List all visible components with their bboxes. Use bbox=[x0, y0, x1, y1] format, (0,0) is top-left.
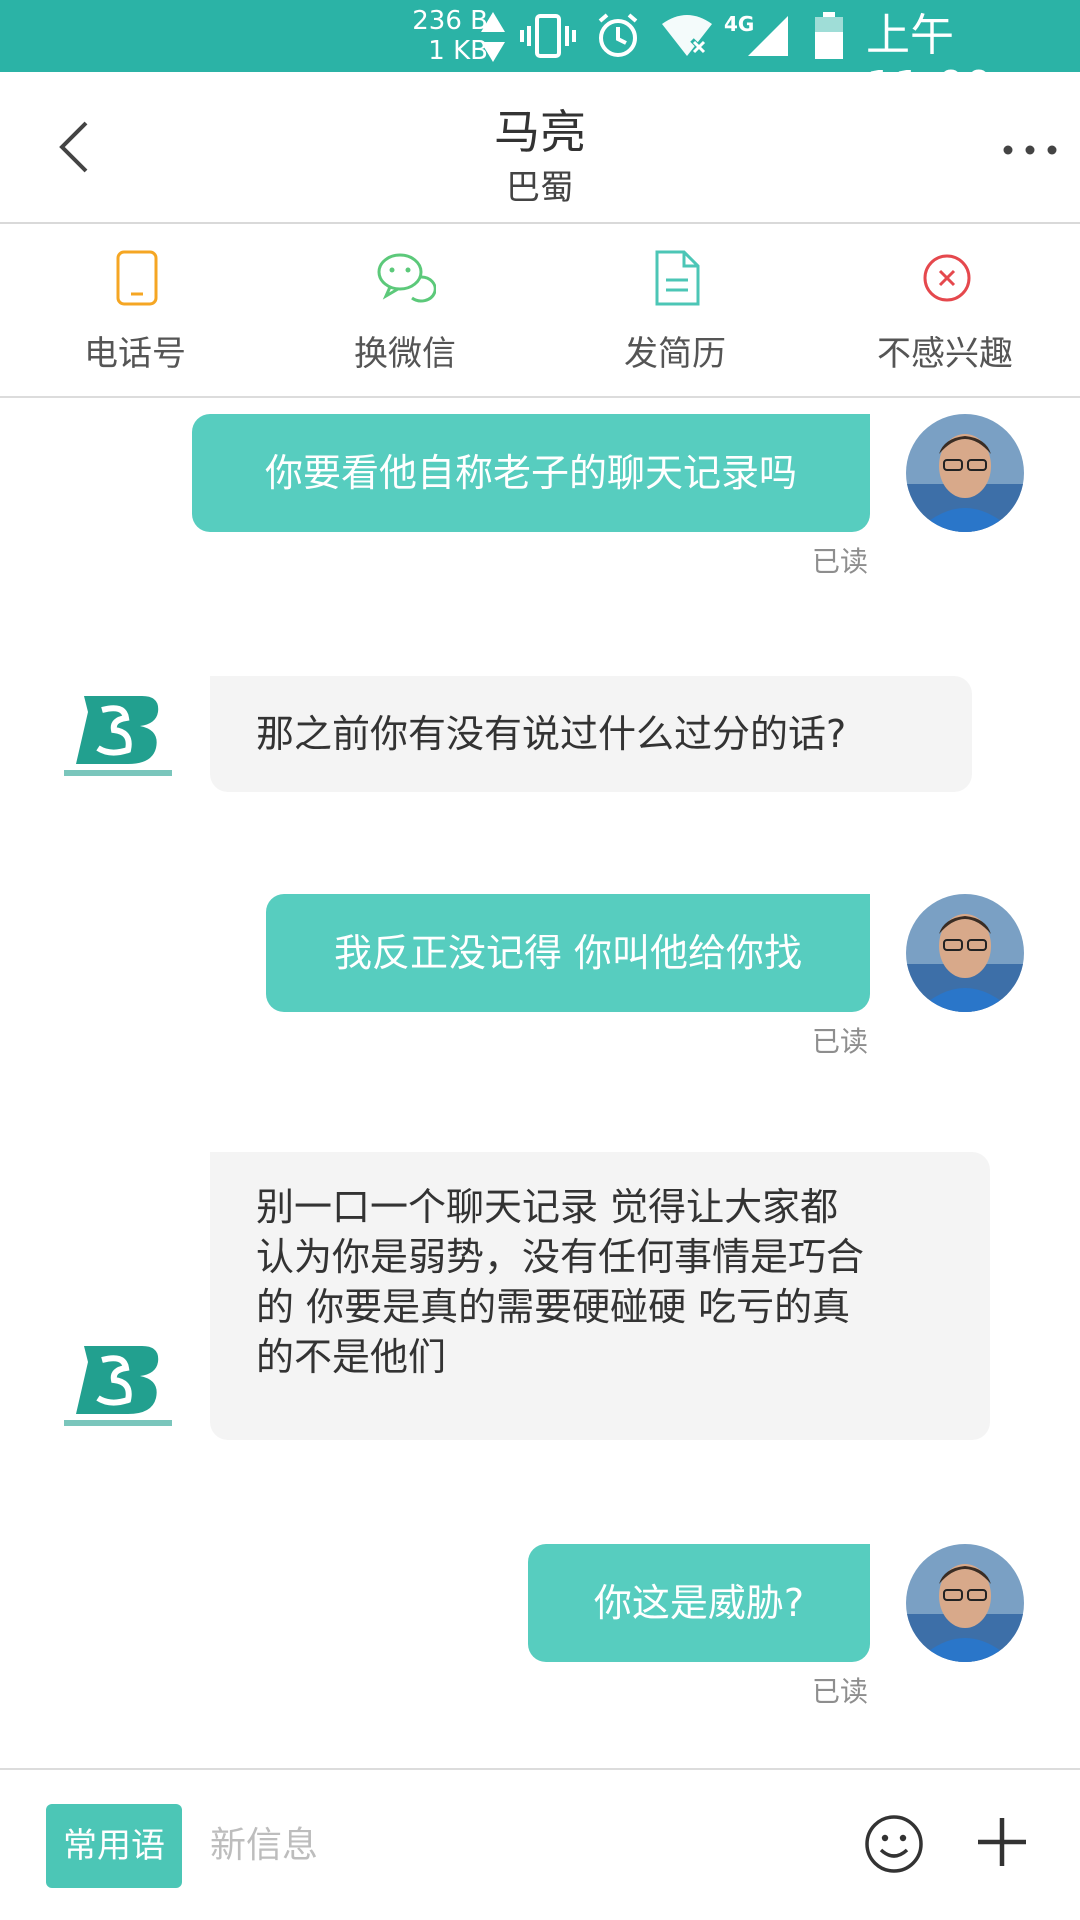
message-bubble-outgoing[interactable]: 我反正没记得 你叫他给你找 bbox=[266, 894, 870, 1012]
traffic-arrows-icon bbox=[481, 12, 505, 62]
message-text: 你要看他自称老子的聊天记录吗 bbox=[264, 451, 797, 495]
exchange-wechat-button[interactable]: 换微信 bbox=[270, 224, 540, 398]
user-avatar[interactable] bbox=[906, 894, 1024, 1012]
phone-number-label: 电话号 bbox=[84, 334, 186, 374]
network-speed: 236 B 1 KB bbox=[392, 6, 488, 66]
status-bar: 236 B 1 KB 4G 上午 bbox=[0, 0, 1080, 113]
not-interested-label: 不感兴趣 bbox=[877, 334, 1013, 374]
user-avatar[interactable] bbox=[906, 414, 1024, 532]
signal-icon bbox=[748, 16, 788, 56]
upload-speed: 236 B bbox=[412, 6, 488, 36]
message-text: 我反正没记得 你叫他给你找 bbox=[333, 931, 803, 975]
person-avatar-icon bbox=[906, 414, 1024, 532]
contact-name: 马亮 bbox=[494, 105, 586, 159]
message-input[interactable] bbox=[210, 1800, 830, 1890]
download-speed: 1 KB bbox=[428, 36, 488, 66]
phone-number-button[interactable]: 电话号 bbox=[0, 224, 270, 398]
send-resume-button[interactable]: 发简历 bbox=[540, 224, 810, 398]
plus-icon[interactable] bbox=[976, 1816, 1028, 1868]
message-text: 那之前你有没有说过什么过分的话? bbox=[256, 712, 847, 756]
message-line: 的 你要是真的需要硬碰硬 吃亏的真 bbox=[256, 1285, 851, 1329]
person-avatar-icon bbox=[906, 894, 1024, 1012]
read-receipt: 已读 bbox=[812, 1025, 869, 1058]
chat-header: 马亮 巴蜀 bbox=[0, 72, 1080, 224]
message-line: 别一口一个聊天记录 觉得让大家都 bbox=[256, 1185, 839, 1229]
message-line: 认为你是弱势，没有任何事情是巧合 bbox=[256, 1235, 865, 1279]
alarm-icon bbox=[598, 13, 638, 57]
person-avatar-icon bbox=[906, 1544, 1024, 1662]
company-logo bbox=[64, 696, 172, 776]
read-receipt: 已读 bbox=[812, 545, 869, 578]
message-text: 你这是威胁? bbox=[593, 1581, 805, 1625]
message-bubble-incoming[interactable]: 别一口一个聊天记录 觉得让大家都 认为你是弱势，没有任何事情是巧合 的 你要是真… bbox=[210, 1152, 990, 1440]
battery-icon bbox=[815, 12, 843, 59]
send-resume-label: 发简历 bbox=[624, 334, 726, 374]
message-bubble-outgoing[interactable]: 你要看他自称老子的聊天记录吗 bbox=[192, 414, 870, 532]
message-bubble-incoming[interactable]: 那之前你有没有说过什么过分的话? bbox=[210, 676, 972, 792]
chat-screen: 236 B 1 KB 4G 上午 马亮 巴蜀 电话号 换微信 发简历 不感兴趣 … bbox=[0, 0, 1080, 1920]
message-line: 的不是他们 bbox=[256, 1335, 447, 1379]
contact-company: 巴蜀 bbox=[506, 168, 574, 208]
exchange-wechat-label: 换微信 bbox=[354, 334, 456, 374]
quick-phrases-button[interactable]: 常用语 bbox=[46, 1804, 182, 1888]
company-logo bbox=[64, 1346, 172, 1426]
wechat-icon bbox=[377, 253, 436, 303]
document-icon bbox=[655, 250, 700, 306]
message-input-bar: 常用语 bbox=[0, 1768, 1080, 1920]
emoji-icon[interactable] bbox=[864, 1814, 924, 1874]
read-receipt: 已读 bbox=[812, 1675, 869, 1708]
message-bubble-outgoing[interactable]: 你这是威胁? bbox=[528, 1544, 870, 1662]
vibrate-icon bbox=[520, 14, 576, 58]
wifi-off-icon bbox=[662, 15, 712, 56]
user-avatar[interactable] bbox=[906, 1544, 1024, 1662]
phone-icon bbox=[116, 250, 158, 306]
close-circle-icon bbox=[923, 254, 971, 302]
more-options-icon[interactable] bbox=[1002, 144, 1058, 156]
action-row: 电话号 换微信 发简历 不感兴趣 bbox=[0, 224, 1080, 398]
not-interested-button[interactable]: 不感兴趣 bbox=[810, 224, 1080, 398]
